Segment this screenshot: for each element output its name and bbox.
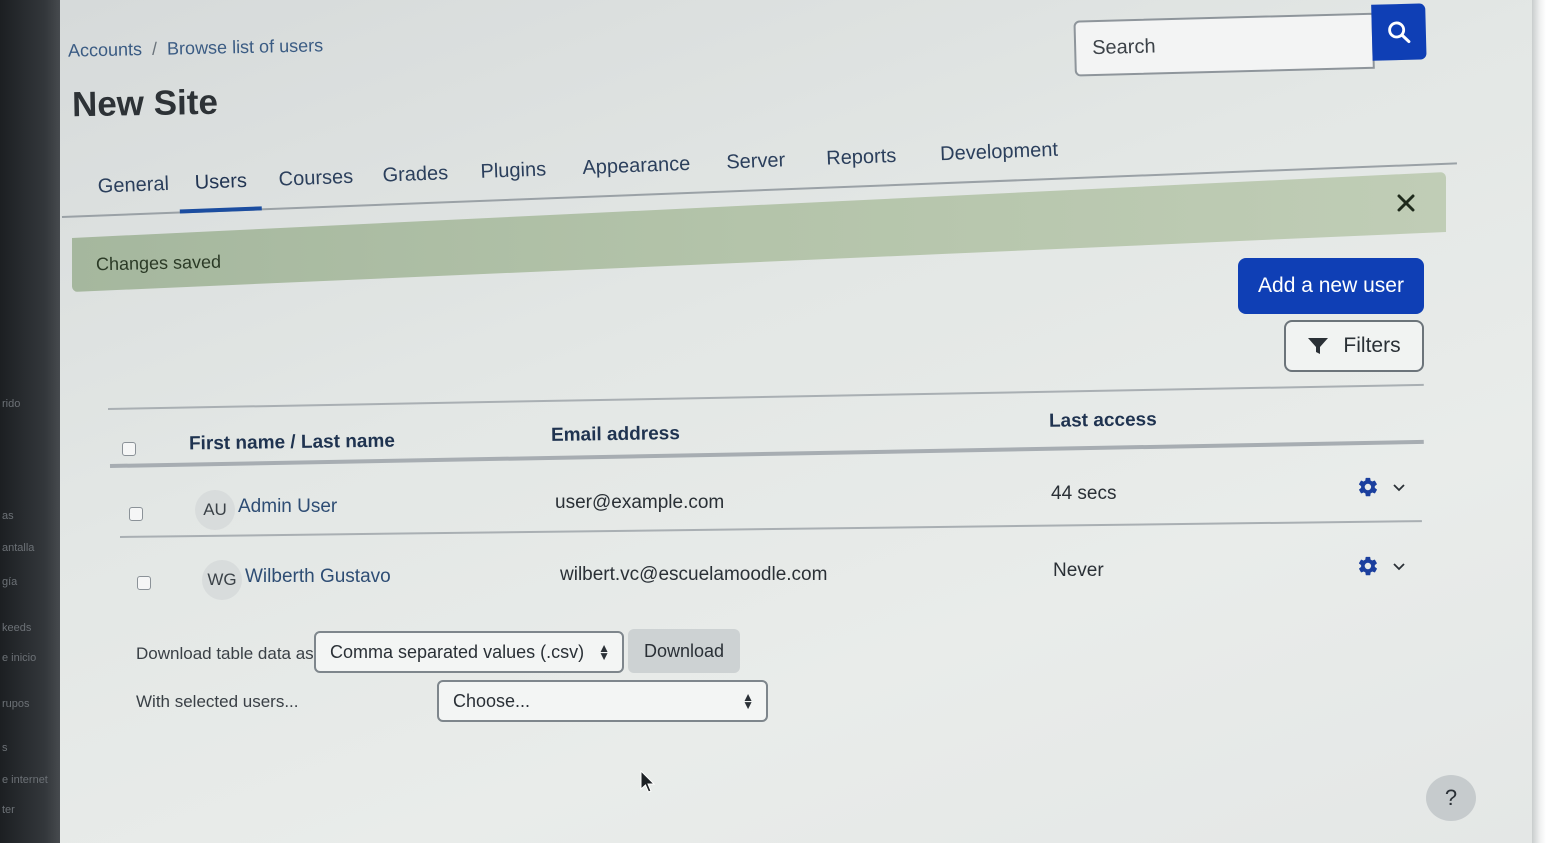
- chevron-down-icon[interactable]: [1392, 562, 1406, 572]
- user-name-link[interactable]: Wilberth Gustavo: [245, 566, 391, 588]
- avatar: AU: [195, 490, 235, 530]
- column-header-name[interactable]: First name / Last name: [189, 431, 395, 456]
- user-name-link[interactable]: Admin User: [238, 496, 337, 518]
- screen-edge: [1532, 0, 1546, 843]
- bulk-action-label: With selected users...: [136, 692, 299, 711]
- alert-message: Changes saved: [95, 251, 222, 275]
- add-user-button[interactable]: Add a new user: [1238, 258, 1424, 314]
- search-input[interactable]: [1073, 12, 1375, 77]
- tab-plugins[interactable]: Plugins: [480, 158, 546, 184]
- select-arrows-icon: ▲ ▼: [598, 641, 610, 663]
- tab-development[interactable]: Development: [940, 139, 1059, 167]
- breadcrumb-accounts[interactable]: Accounts: [68, 39, 142, 62]
- chevron-down-icon[interactable]: [1392, 483, 1406, 493]
- help-button[interactable]: ?: [1426, 775, 1476, 821]
- funnel-icon: [1308, 338, 1329, 354]
- bulk-action-select[interactable]: Choose... ▲ ▼: [437, 680, 768, 722]
- user-last-access: Never: [1053, 560, 1104, 581]
- filters-label: Filters: [1343, 334, 1401, 357]
- bulk-action-value: Choose...: [453, 690, 531, 711]
- user-email: wilbert.vc@escuelamoodle.com: [560, 564, 828, 585]
- download-format-value: Comma separated values (.csv): [330, 641, 585, 662]
- mouse-cursor-icon: [640, 770, 656, 793]
- column-header-last-access[interactable]: Last access: [1049, 409, 1157, 433]
- download-button[interactable]: Download: [628, 629, 740, 673]
- row-checkbox[interactable]: [137, 576, 151, 590]
- column-header-email[interactable]: Email address: [551, 423, 680, 447]
- gear-icon[interactable]: [1357, 555, 1379, 577]
- filters-button[interactable]: Filters: [1284, 320, 1424, 372]
- tab-server[interactable]: Server: [726, 149, 786, 174]
- tab-courses[interactable]: Courses: [278, 166, 353, 192]
- breadcrumb-separator: /: [151, 38, 158, 59]
- download-label: Download table data as: [136, 644, 314, 663]
- tab-reports[interactable]: Reports: [826, 145, 897, 171]
- close-icon: [1397, 194, 1415, 212]
- user-last-access: 44 secs: [1051, 483, 1117, 504]
- user-email: user@example.com: [555, 492, 725, 513]
- select-all-checkbox[interactable]: [122, 442, 136, 456]
- download-format-select[interactable]: Comma separated values (.csv) ▲ ▼: [314, 631, 624, 673]
- breadcrumb-browse-users[interactable]: Browse list of users: [167, 35, 323, 59]
- tab-general[interactable]: General: [97, 173, 169, 199]
- search-button[interactable]: [1371, 3, 1427, 61]
- gear-icon[interactable]: [1357, 476, 1379, 498]
- tab-users[interactable]: Users: [194, 170, 247, 195]
- alert-close-button[interactable]: [1394, 192, 1418, 216]
- select-arrows-icon: ▲ ▼: [742, 690, 754, 712]
- avatar: WG: [202, 560, 242, 600]
- tab-grades[interactable]: Grades: [382, 162, 448, 188]
- search-icon: [1388, 21, 1411, 44]
- tab-appearance[interactable]: Appearance: [582, 153, 691, 180]
- row-checkbox[interactable]: [129, 507, 143, 521]
